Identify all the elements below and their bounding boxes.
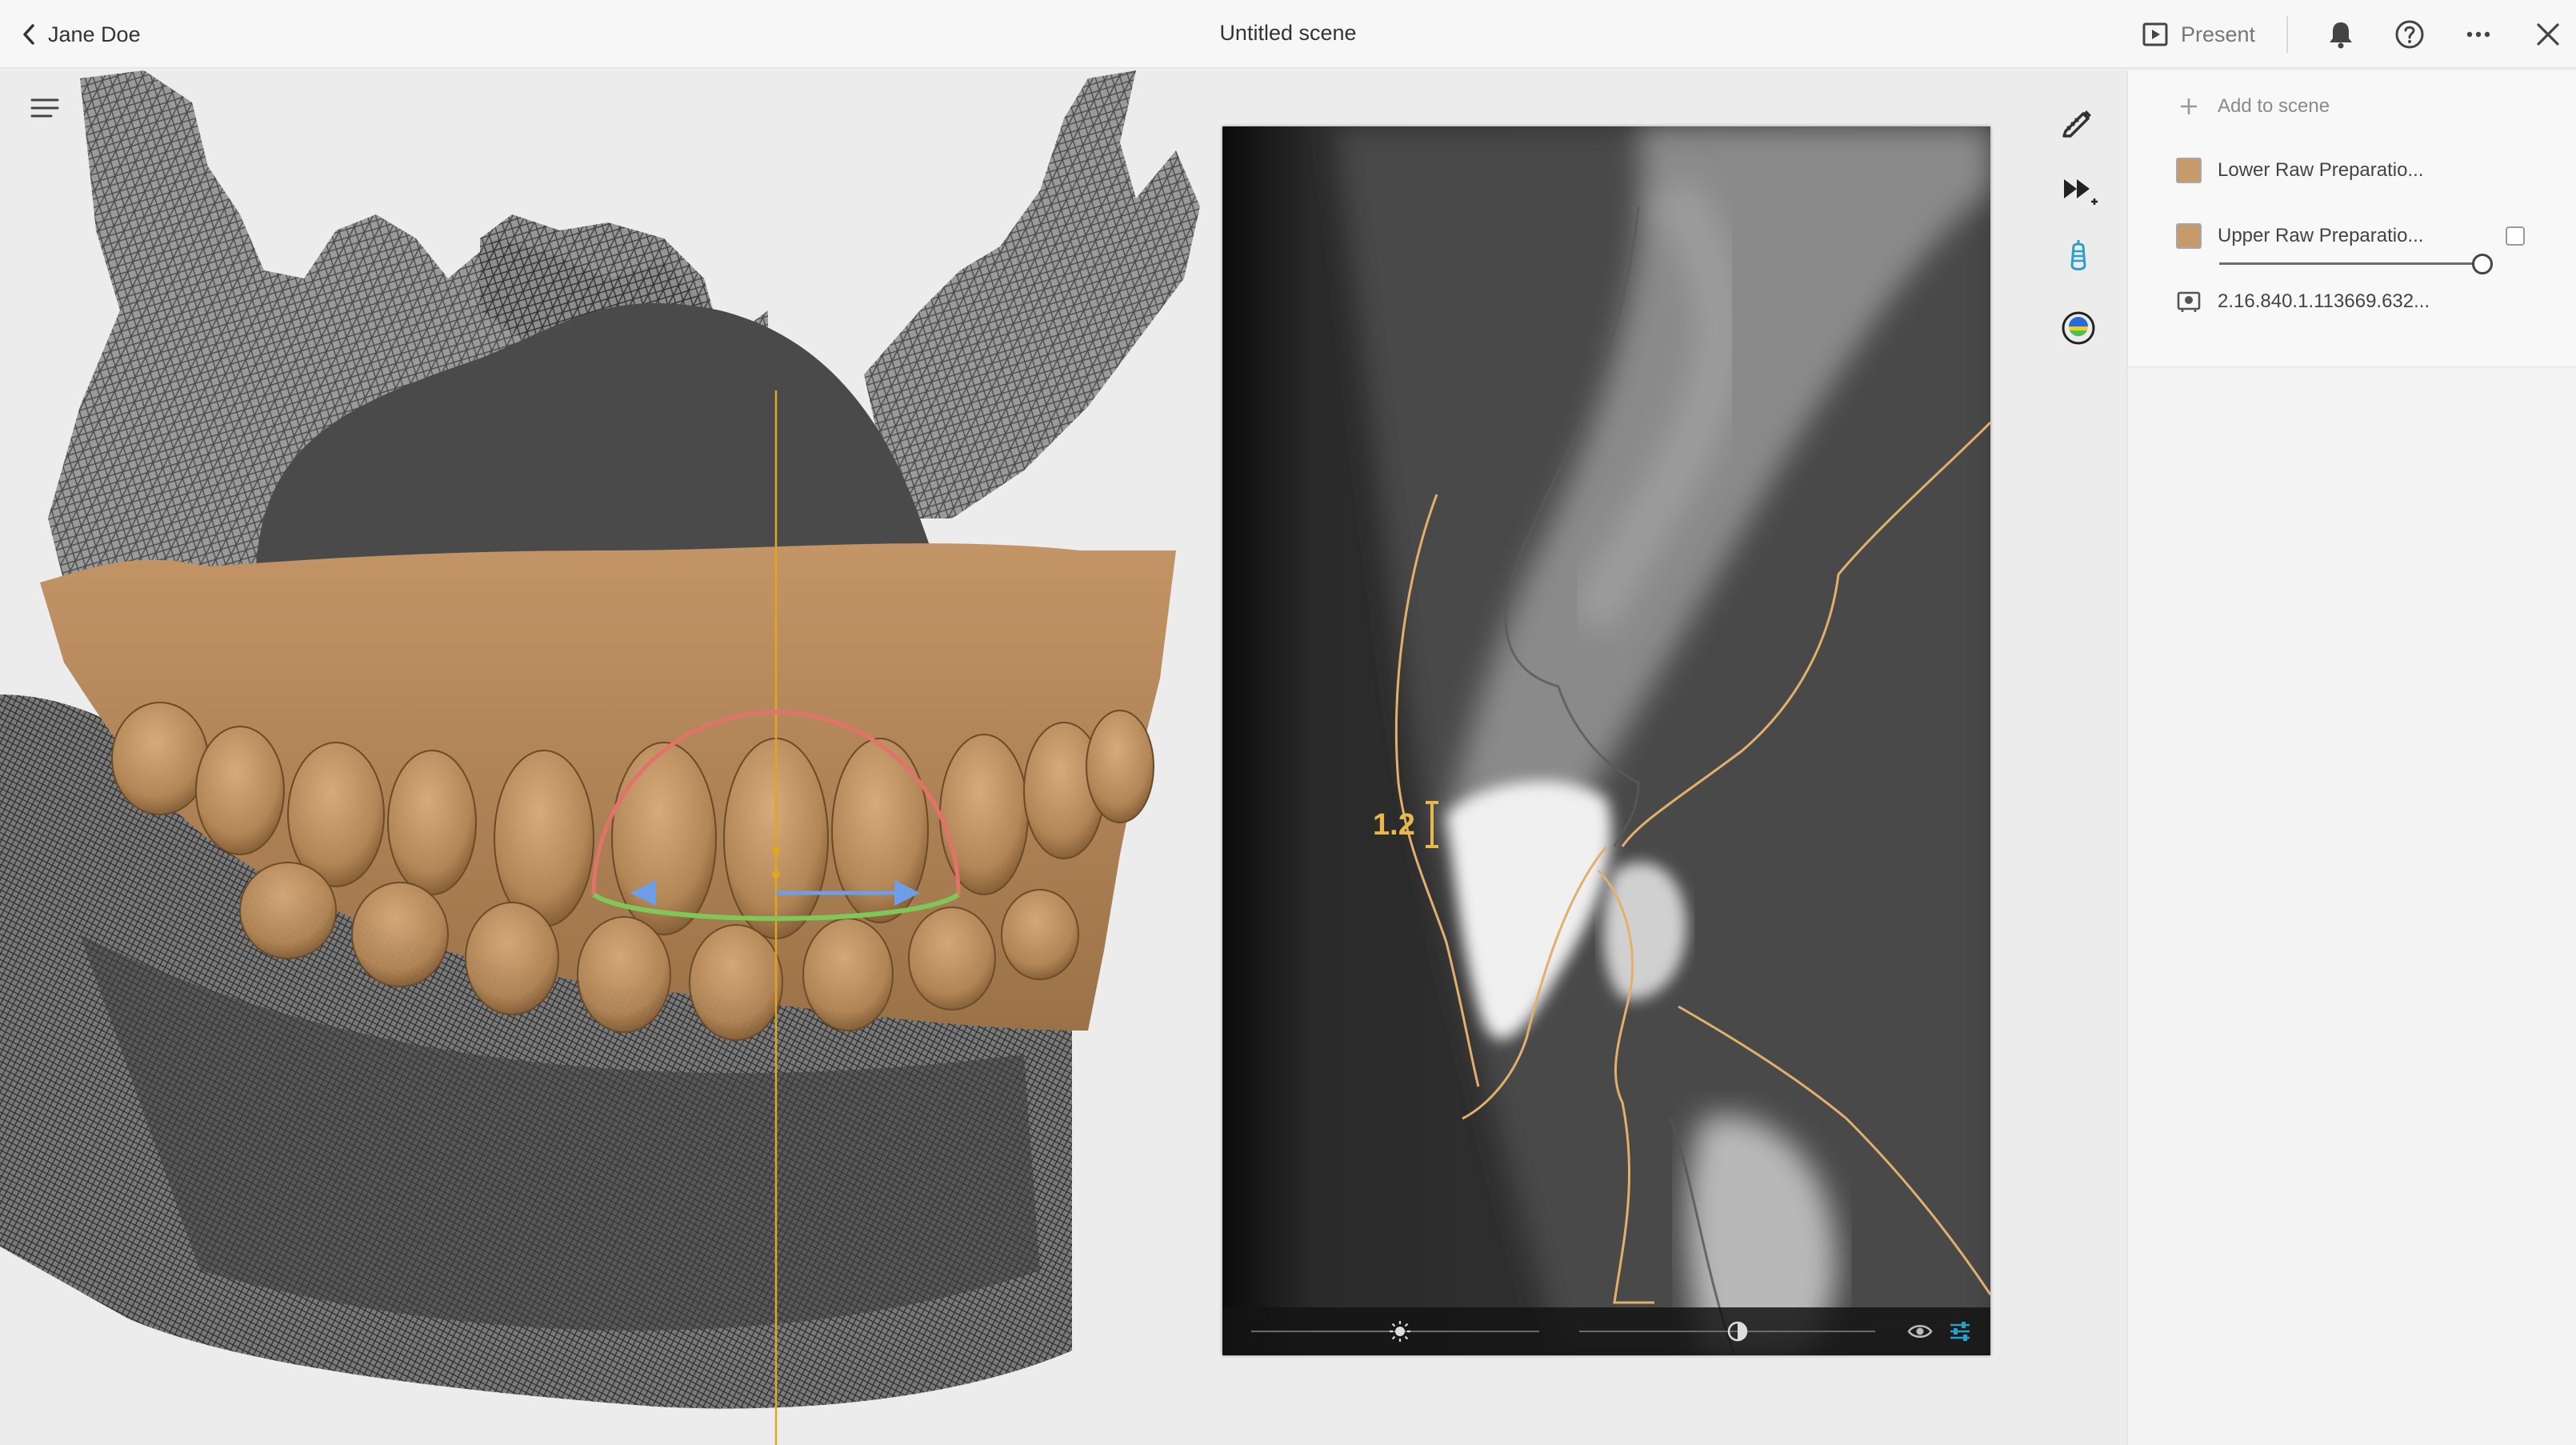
list-item-upper-raw[interactable]: Upper Raw Preparatio...	[2128, 208, 2576, 264]
color-map-button[interactable]	[2056, 306, 2101, 350]
annotate-tool-button[interactable]	[2056, 99, 2101, 144]
model-color-swatch[interactable]	[2176, 158, 2202, 183]
opacity-slider-handle[interactable]	[2472, 254, 2493, 274]
color-map-icon	[2062, 311, 2095, 345]
visibility-checkbox[interactable]	[2506, 226, 2525, 246]
list-item-label: Upper Raw Preparatio...	[2218, 225, 2424, 246]
toolbar-divider	[2286, 16, 2288, 53]
notifications-button[interactable]	[2322, 16, 2359, 53]
more-options-button[interactable]	[2460, 16, 2497, 53]
present-button[interactable]: Present	[2142, 18, 2255, 51]
brightness-icon[interactable]	[1389, 1320, 1411, 1343]
back-button[interactable]: Jane Doe	[19, 18, 141, 51]
implant-tool-button[interactable]	[2056, 235, 2101, 280]
model-color-swatch[interactable]	[2176, 223, 2202, 249]
fast-forward-plus-icon	[2064, 179, 2098, 205]
fast-forward-add-button[interactable]	[2056, 168, 2101, 213]
present-label: Present	[2181, 22, 2256, 46]
pen-ruler-icon	[2062, 110, 2091, 138]
gizmo-center-dot[interactable]	[772, 871, 780, 879]
skull-mesh-right	[864, 70, 1200, 518]
gizmo-top-dot[interactable]	[772, 847, 780, 855]
list-item-label: Lower Raw Preparatio...	[2218, 159, 2424, 181]
help-button[interactable]	[2391, 16, 2428, 53]
present-icon	[2142, 22, 2168, 46]
dicom-volume-icon	[2177, 291, 2201, 312]
add-to-scene-button[interactable]: Add to scene	[2128, 78, 2576, 134]
close-button[interactable]	[2530, 16, 2566, 53]
add-to-scene-label: Add to scene	[2218, 95, 2330, 117]
ct-image[interactable]	[1222, 126, 1990, 1355]
list-item-dicom[interactable]: 2.16.840.1.113669.632...	[2128, 274, 2576, 330]
list-item-label: 2.16.840.1.113669.632...	[2218, 290, 2430, 312]
list-item-lower-raw[interactable]: Lower Raw Preparatio...	[2128, 142, 2576, 198]
help-icon	[2395, 20, 2424, 49]
opacity-slider-track[interactable]	[2219, 262, 2475, 265]
more-horizontal-icon	[2466, 31, 2490, 38]
close-icon	[2537, 23, 2559, 46]
implant-icon	[2070, 240, 2086, 270]
measurement-label: 1.2	[1373, 808, 1415, 842]
chevron-left-icon	[23, 24, 34, 45]
patient-name: Jane Doe	[48, 22, 141, 46]
menu-icon[interactable]	[29, 94, 61, 122]
ct-controls-bar	[1222, 1307, 1990, 1355]
plus-icon	[2181, 98, 2197, 114]
scene-object-list: Add to scene Lower Raw Preparatio... Upp…	[2128, 70, 2576, 368]
contrast-icon[interactable]	[1726, 1320, 1749, 1343]
ct-slice-view[interactable]: 1.2	[1222, 126, 1990, 1355]
bell-icon	[2330, 22, 2352, 49]
top-bar: Jane Doe Untitled scene Present	[0, 0, 2576, 69]
adjustments-icon[interactable]	[1947, 1319, 1973, 1344]
eye-icon[interactable]	[1907, 1320, 1933, 1343]
scene-objects-panel: Add to scene Lower Raw Preparatio... Upp…	[2126, 70, 2576, 1445]
